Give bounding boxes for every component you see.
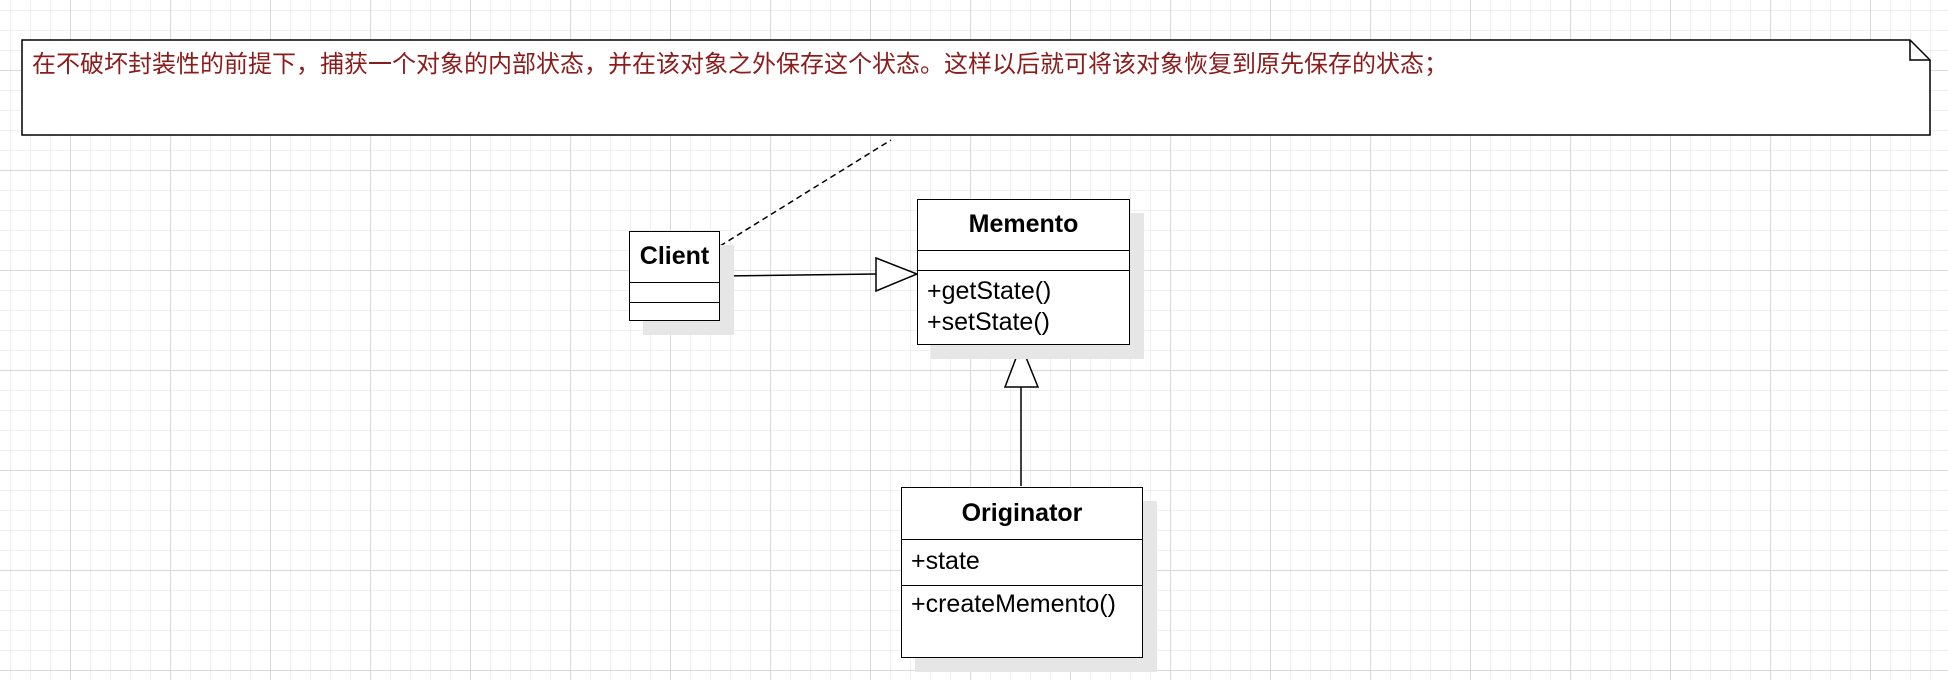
originator-class-name: Originator [902,488,1142,540]
originator-to-memento-arrowhead [1003,342,1040,388]
client-methods [630,303,719,321]
originator-attribute-state: +state [911,547,980,575]
client-to-memento-line[interactable] [721,273,877,277]
memento-class[interactable]: Memento +getState() +setState() [917,199,1130,345]
client-class[interactable]: Client [629,231,720,321]
memento-class-name: Memento [918,200,1129,251]
originator-method-creatememento: +createMemento() [911,590,1116,618]
originator-class[interactable]: Originator +state +createMemento() [901,487,1143,658]
originator-attributes: +state [902,540,1142,586]
memento-methods: +getState() +setState() [918,271,1129,338]
memento-method-setstate: +setState() [927,308,1050,336]
note-text: 在不破坏封装性的前提下，捕获一个对象的内部状态，并在该对象之外保存这个状态。这样… [32,50,1448,78]
client-to-memento-arrowhead [875,256,920,293]
note-anchor-line[interactable] [719,139,892,247]
client-class-name: Client [630,232,719,283]
client-attributes [630,283,719,303]
memento-attributes [918,251,1129,271]
originator-methods: +createMemento() [902,586,1142,620]
memento-method-getstate: +getState() [927,277,1052,305]
